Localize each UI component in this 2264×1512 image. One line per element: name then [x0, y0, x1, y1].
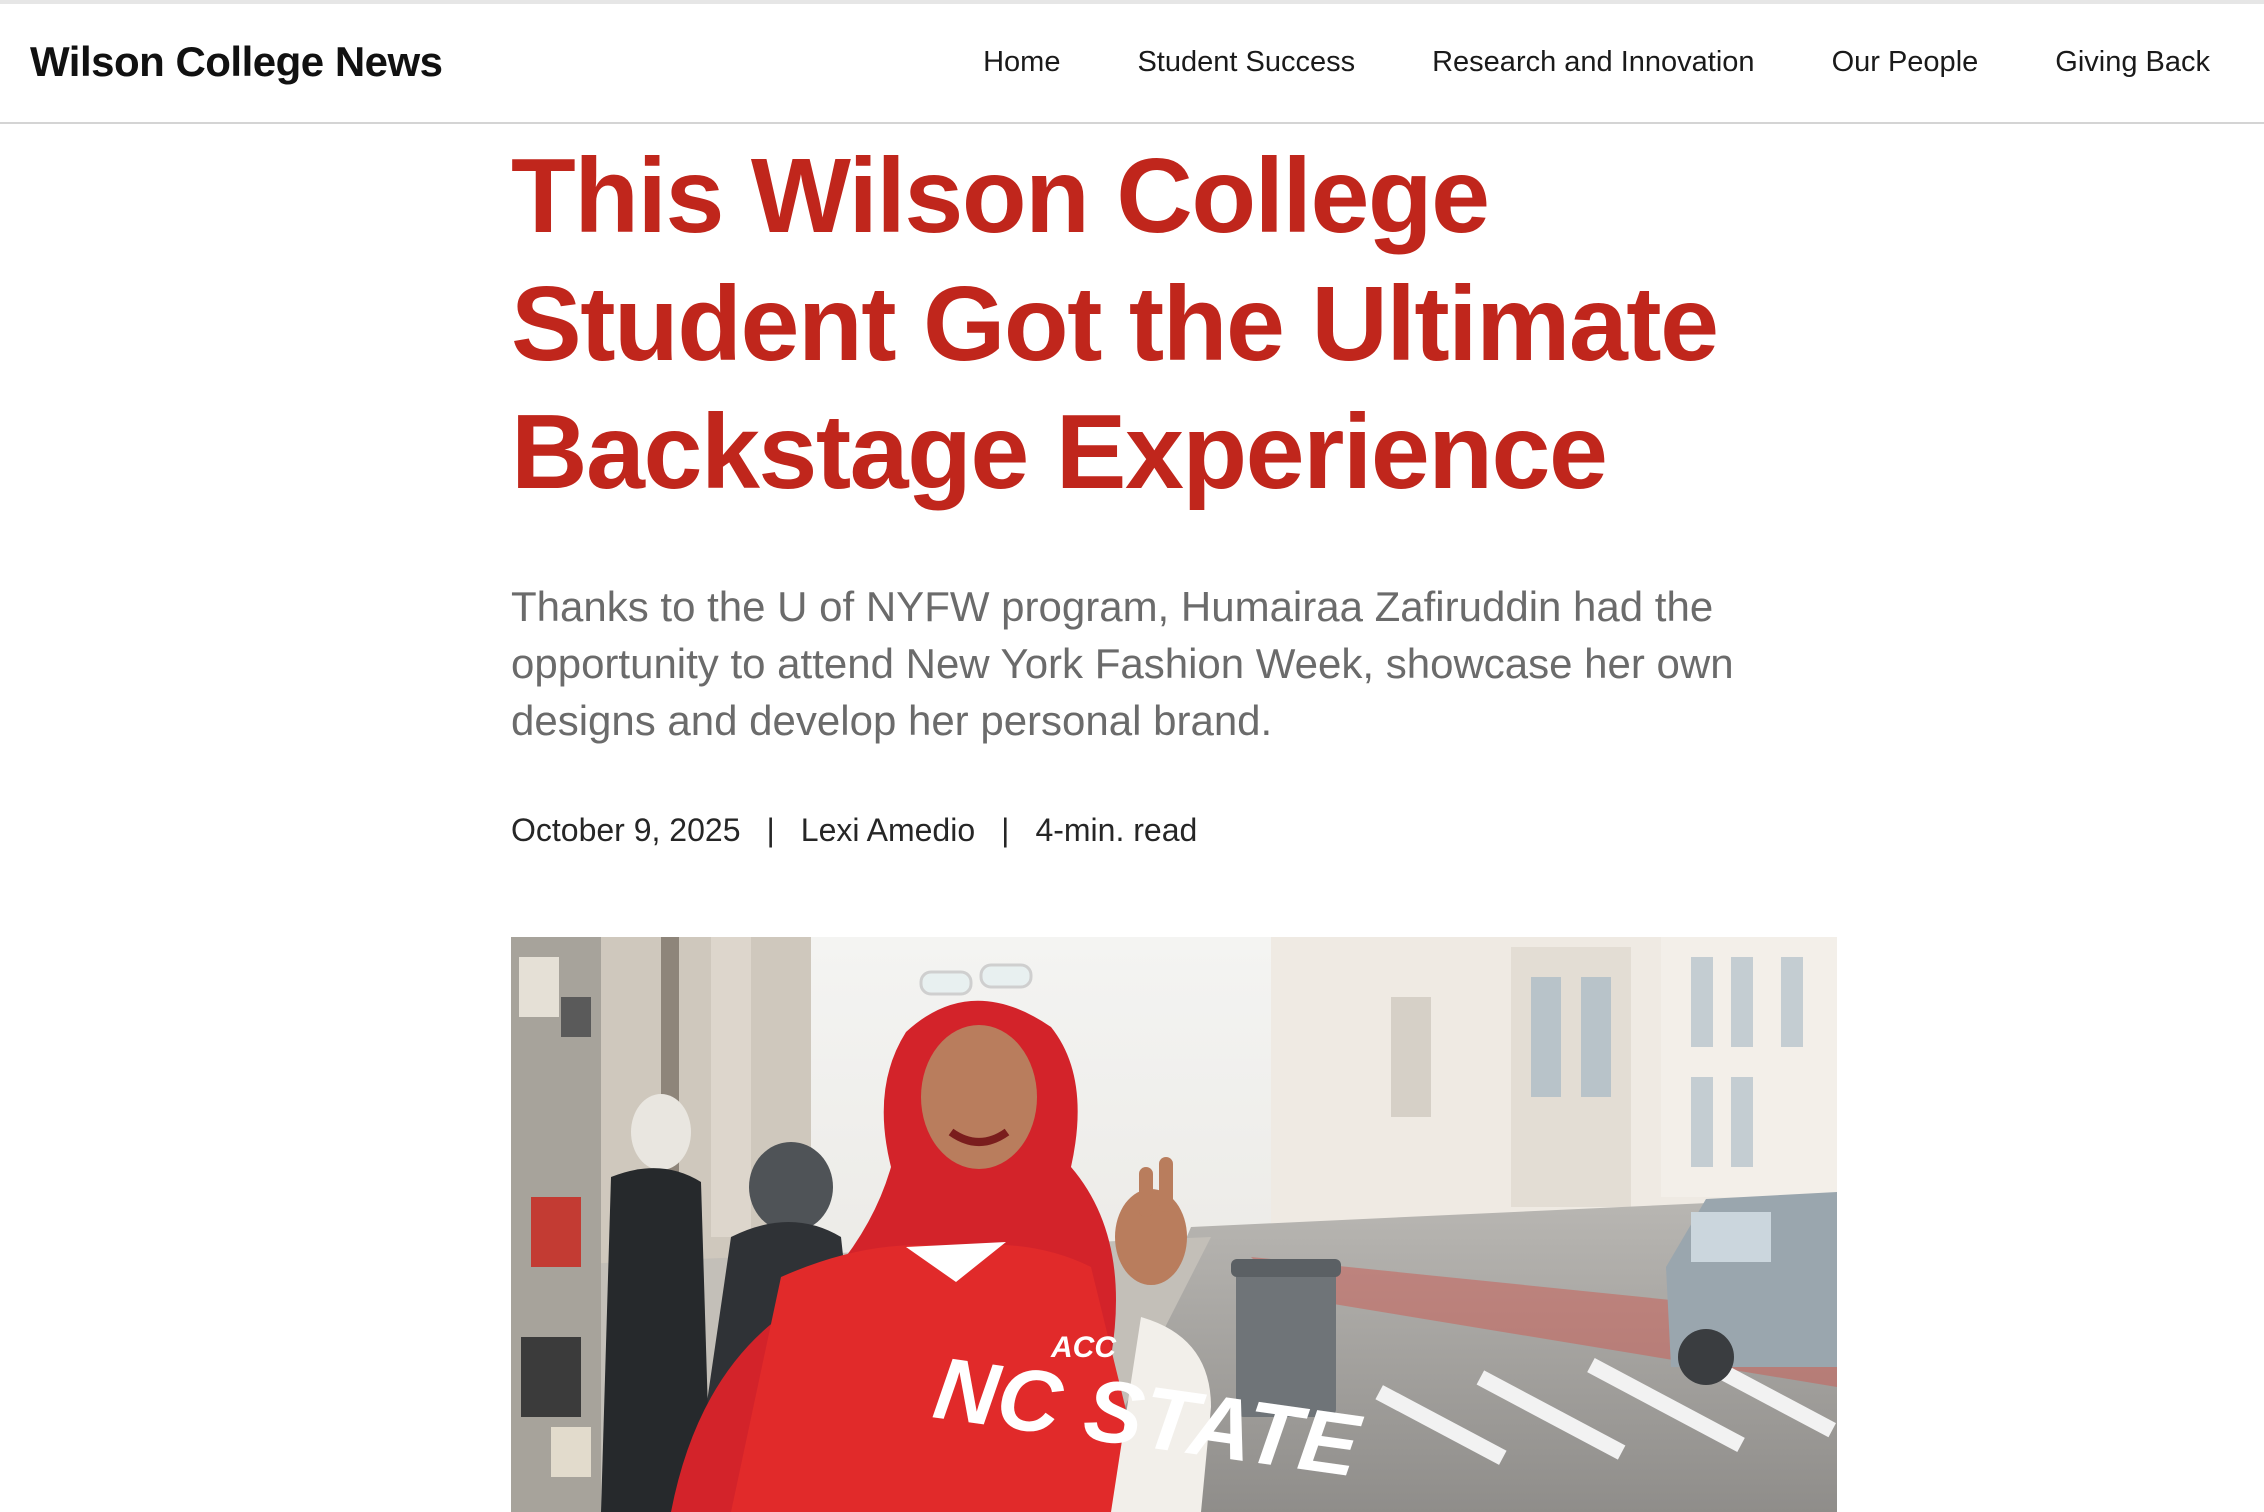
site-header: Wilson College News Home Student Success… — [0, 4, 2264, 124]
article-dek: Thanks to the U of NYFW program, Humaira… — [511, 583, 1734, 744]
nav-item-home[interactable]: Home — [983, 46, 1060, 79]
main-nav: Home Student Success Research and Innova… — [983, 46, 2210, 79]
hero-photo-illustration: NC STATE ACC — [511, 937, 1837, 1512]
article-author[interactable]: Lexi Amedio — [801, 812, 975, 849]
nav-item-our-people[interactable]: Our People — [1832, 46, 1979, 79]
jersey-badge: ACC — [1050, 1331, 1117, 1364]
hero-image: NC STATE ACC — [511, 937, 1837, 1512]
nav-item-student-success[interactable]: Student Success — [1137, 46, 1355, 79]
site-title-link[interactable]: Wilson College News — [30, 38, 443, 86]
article-meta: October 9, 2025 | Lexi Amedio | 4-min. r… — [511, 812, 1197, 849]
nav-item-research-and-innovation[interactable]: Research and Innovation — [1432, 46, 1754, 79]
meta-separator: | — [1001, 812, 1010, 848]
article-read-time: 4-min. read — [1035, 812, 1198, 848]
article-date: October 9, 2025 — [511, 812, 741, 848]
meta-separator: | — [766, 812, 775, 848]
nav-item-giving-back[interactable]: Giving Back — [2055, 46, 2210, 79]
article-headline: This Wilson College Student Got the Ulti… — [511, 137, 1719, 511]
